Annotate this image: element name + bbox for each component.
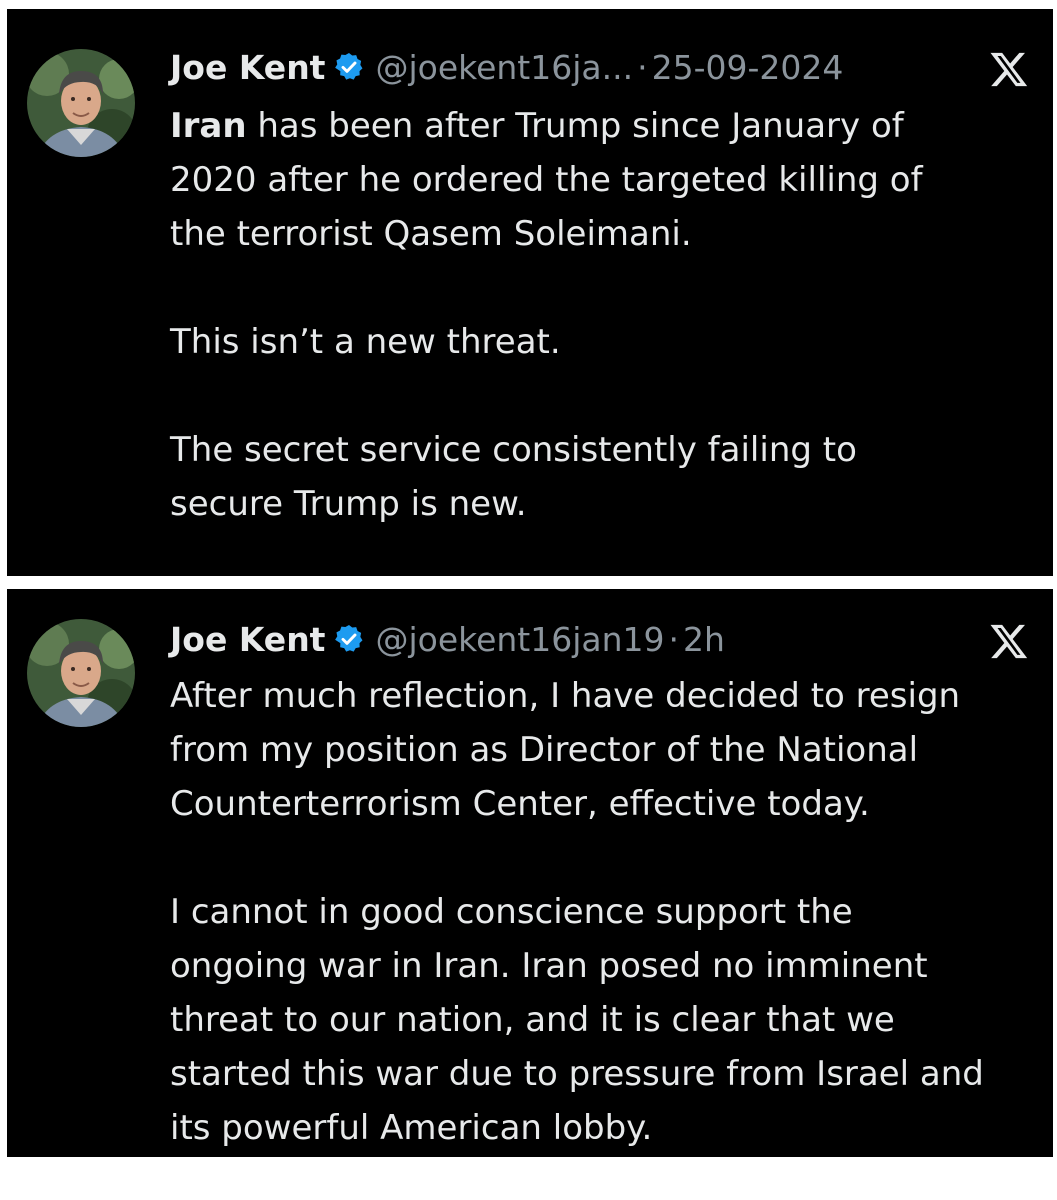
tweet-line: This isn’t a new threat.: [170, 322, 561, 362]
timestamp[interactable]: 2h: [683, 620, 725, 659]
author-name[interactable]: Joe Kent: [170, 620, 325, 659]
tweet-line: Counterterrorism Center, effective today…: [170, 784, 870, 824]
mention-iran[interactable]: Iran: [170, 106, 247, 146]
author-handle[interactable]: @joekent16ja...: [375, 48, 633, 87]
tweet-card[interactable]: Joe Kent @joekent16ja... · 25-09-2024 Ir…: [7, 9, 1053, 576]
avatar[interactable]: [27, 619, 135, 727]
tweet-text: Iran has been after Trump since January …: [170, 99, 1029, 531]
x-logo-icon: [989, 621, 1029, 661]
tweet-header: Joe Kent @joekent16jan19 · 2h: [170, 617, 1033, 661]
tweet-line-text: has been after Trump since January of: [246, 106, 904, 146]
verified-badge-icon: [333, 51, 365, 83]
avatar[interactable]: [27, 49, 135, 157]
author-name[interactable]: Joe Kent: [170, 48, 325, 87]
separator: ·: [668, 619, 680, 659]
tweet-line: started this war due to pressure from Is…: [170, 1054, 984, 1094]
tweet-line: threat to our nation, and it is clear th…: [170, 1000, 895, 1040]
tweet-line: Iran has been after Trump since January …: [170, 99, 1029, 153]
timestamp[interactable]: 25-09-2024: [652, 48, 844, 87]
separator: ·: [637, 47, 648, 87]
tweet-text: After much reflection, I have decided to…: [170, 669, 1029, 1155]
tweet-line: the terrorist Qasem Soleimani.: [170, 214, 692, 254]
tweet-line: 2020 after he ordered the targeted killi…: [170, 160, 923, 200]
tweet-line: After much reflection, I have decided to…: [170, 676, 961, 716]
tweet-line: its powerful American lobby.: [170, 1108, 653, 1148]
tweet-card[interactable]: Joe Kent @joekent16jan19 · 2h After much…: [7, 589, 1053, 1157]
author-handle[interactable]: @joekent16jan19: [375, 620, 664, 659]
tweet-line: from my position as Director of the Nati…: [170, 730, 919, 770]
tweet-line: The secret service consistently failing …: [170, 430, 857, 470]
tweet-line: I cannot in good conscience support the: [170, 892, 853, 932]
tweet-line: ongoing war in Iran. Iran posed no immin…: [170, 946, 928, 986]
tweet-header: Joe Kent @joekent16ja... · 25-09-2024: [170, 45, 1033, 89]
x-logo-icon: [989, 49, 1029, 89]
verified-badge-icon: [333, 623, 365, 655]
tweet-line: secure Trump is new.: [170, 484, 527, 524]
